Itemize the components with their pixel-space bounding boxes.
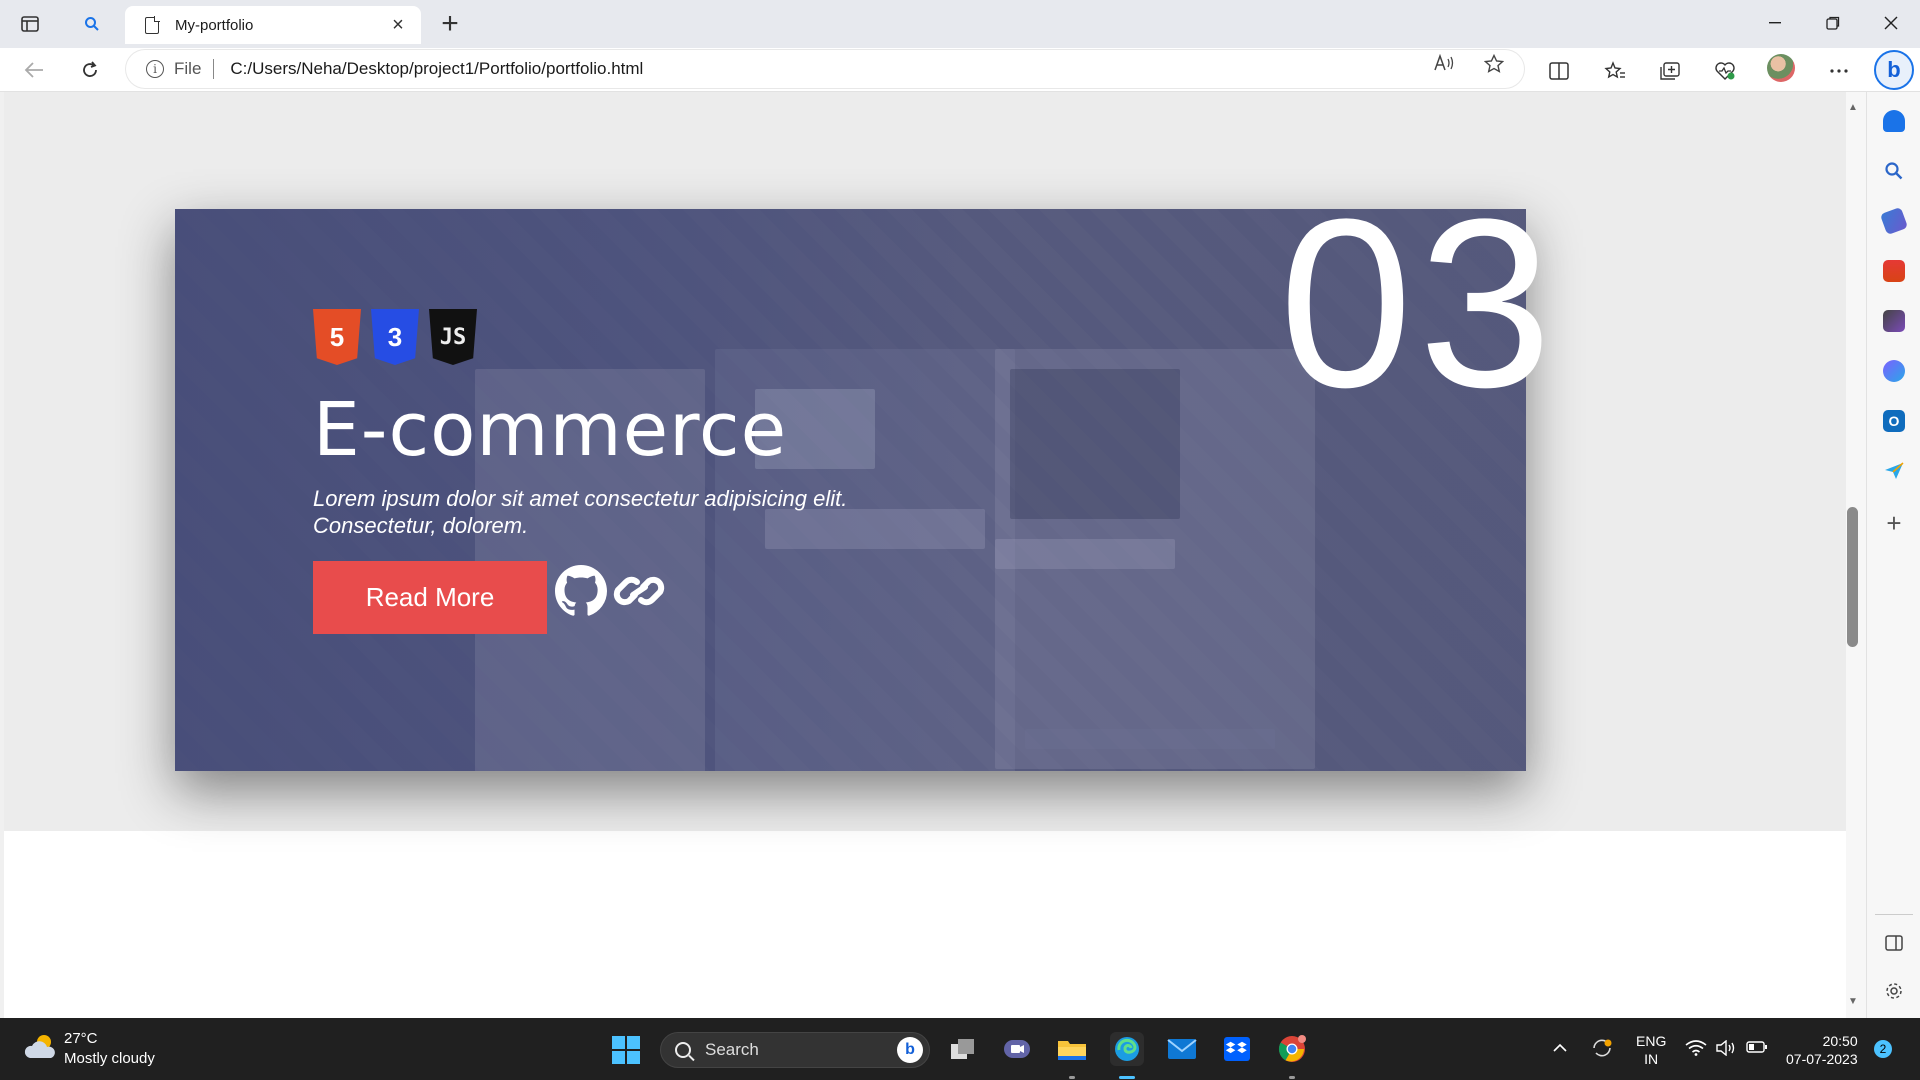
sidebar-search-icon[interactable] (1883, 160, 1905, 182)
search-tab-icon[interactable] (74, 12, 110, 36)
taskbar-search-box[interactable]: Search b (660, 1032, 930, 1068)
collections-icon[interactable] (1655, 58, 1685, 84)
sync-icon[interactable] (1590, 1036, 1614, 1065)
close-tab-icon[interactable]: × (387, 14, 409, 37)
close-window-button[interactable] (1868, 8, 1914, 38)
show-hidden-icons-chevron-icon[interactable] (1552, 1040, 1568, 1058)
taskbar-search-label: Search (705, 1040, 759, 1059)
hide-sidebar-icon[interactable] (1883, 932, 1905, 954)
language-indicator[interactable]: ENG IN (1636, 1032, 1666, 1068)
notification-count-badge[interactable]: 2 (1874, 1040, 1892, 1058)
tab-title: My-portfolio (175, 16, 254, 34)
edge-browser-icon[interactable] (1110, 1032, 1144, 1066)
restore-button[interactable] (1810, 8, 1856, 38)
new-tab-button[interactable]: + (434, 8, 466, 40)
css3-icon: 3 (371, 309, 419, 365)
tech-stack-icons: 5 3 JS (313, 309, 477, 365)
chrome-icon[interactable] (1275, 1032, 1309, 1066)
external-link-icon[interactable] (609, 565, 669, 617)
back-button[interactable] (18, 56, 50, 84)
shopping-tag-icon[interactable] (1879, 206, 1909, 236)
volume-icon[interactable] (1716, 1039, 1736, 1061)
project-number: 03 (1279, 169, 1558, 437)
read-aloud-icon[interactable] (1430, 53, 1458, 78)
windows-start-icon[interactable] (612, 1036, 640, 1064)
favorite-star-icon[interactable] (1480, 53, 1508, 80)
running-indicator (1069, 1076, 1075, 1079)
bing-copilot-icon[interactable]: b (1874, 50, 1914, 90)
read-more-button[interactable]: Read More (313, 561, 547, 634)
favorites-icon[interactable] (1600, 58, 1630, 84)
notifications-bell-icon[interactable] (1883, 110, 1905, 132)
address-bar[interactable]: i File C:/Users/Neha/Desktop/project1/Po… (126, 50, 1524, 88)
address-scheme-label: File (174, 59, 202, 78)
split-screen-icon[interactable] (1544, 58, 1574, 84)
send-icon[interactable] (1883, 460, 1905, 482)
site-info-icon[interactable]: i (146, 60, 164, 78)
project-card: 03 5 3 JS E-commerce Lorem ipsum dolor s… (175, 183, 1552, 771)
github-icon[interactable] (555, 565, 607, 617)
wifi-icon[interactable] (1685, 1040, 1707, 1061)
minimize-button[interactable] (1752, 8, 1798, 38)
sidebar-divider (1875, 914, 1913, 915)
weather-temperature: 27°C (64, 1030, 98, 1047)
scroll-up-icon[interactable]: ▲ (1848, 102, 1858, 113)
search-icon (675, 1042, 691, 1058)
page-viewport: 03 5 3 JS E-commerce Lorem ipsum dolor s… (4, 92, 1846, 1018)
system-clock[interactable]: 20:50 07-07-2023 (1786, 1032, 1858, 1068)
file-explorer-icon[interactable] (1055, 1032, 1089, 1066)
mail-icon[interactable] (1165, 1032, 1199, 1066)
browser-title-bar: My-portfolio × + (0, 0, 1920, 48)
weather-cloudy-icon[interactable] (24, 1032, 58, 1062)
profile-avatar[interactable] (1767, 54, 1795, 82)
teams-chat-icon[interactable] (1000, 1032, 1034, 1066)
outlook-icon[interactable]: O (1883, 410, 1905, 432)
weather-description: Mostly cloudy (64, 1050, 155, 1067)
bing-search-icon[interactable]: b (897, 1037, 923, 1063)
active-app-indicator (1119, 1076, 1135, 1079)
browser-essentials-icon[interactable] (1710, 58, 1740, 84)
dropbox-icon[interactable] (1220, 1032, 1254, 1066)
browser-toolbar: i File C:/Users/Neha/Desktop/project1/Po… (0, 48, 1920, 92)
javascript-icon: JS (429, 309, 477, 365)
address-url[interactable]: C:/Users/Neha/Desktop/project1/Portfolio… (230, 59, 643, 79)
browser-tab-active[interactable]: My-portfolio × (125, 6, 421, 44)
tab-actions-icon[interactable] (12, 12, 48, 36)
project-title: E-commerce (313, 387, 788, 473)
more-options-icon[interactable] (1824, 58, 1854, 84)
task-view-icon[interactable] (946, 1032, 980, 1066)
microsoft-365-icon[interactable] (1883, 360, 1905, 382)
language-code: ENG (1636, 1033, 1667, 1049)
tools-briefcase-icon[interactable] (1883, 260, 1905, 282)
html5-icon: 5 (313, 309, 361, 365)
windows-taskbar: 27°C Mostly cloudy Search b ENG IN 20:50… (0, 1018, 1920, 1080)
scrollbar-thumb[interactable] (1847, 507, 1858, 647)
running-indicator (1289, 1076, 1295, 1079)
language-region: IN (1644, 1051, 1659, 1067)
address-separator (213, 59, 215, 79)
battery-icon[interactable] (1746, 1040, 1768, 1059)
add-sidebar-app-icon[interactable]: + (1882, 508, 1906, 539)
document-icon (145, 15, 160, 34)
clock-time: 20:50 (1822, 1033, 1858, 1049)
edge-sidebar: O + (1866, 92, 1920, 1018)
project-description: Lorem ipsum dolor sit amet consectetur a… (313, 486, 848, 538)
scroll-down-icon[interactable]: ▼ (1848, 996, 1858, 1007)
games-icon[interactable] (1883, 310, 1905, 332)
refresh-button[interactable] (74, 56, 106, 84)
settings-gear-icon[interactable] (1883, 980, 1905, 1002)
clock-date: 07-07-2023 (1786, 1051, 1858, 1067)
